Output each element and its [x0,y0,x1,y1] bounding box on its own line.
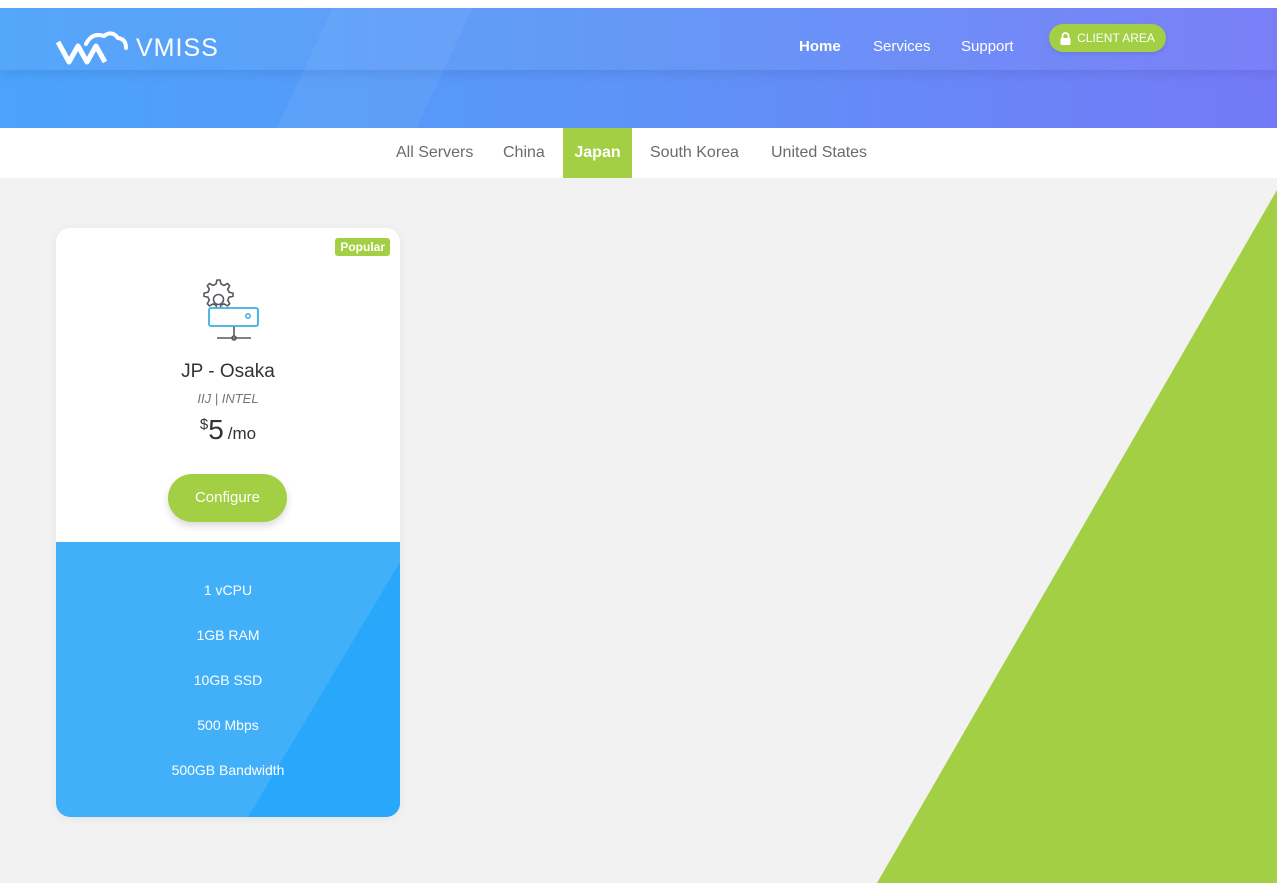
plan-features: 1 vCPU 1GB RAM 10GB SSD 500 Mbps 500GB B… [56,542,400,817]
plan-name: JP - Osaka [181,361,275,382]
client-area-button[interactable]: CLIENT AREA [1049,24,1166,52]
client-area-label: CLIENT AREA [1077,31,1155,45]
nav-home[interactable]: Home [799,38,841,55]
lock-icon [1060,31,1071,45]
feature-storage: 10GB SSD [193,672,263,688]
tab-south-korea[interactable]: South Korea [650,128,739,178]
tab-all-servers[interactable]: All Servers [396,128,473,178]
plan-provider: IIJ | INTEL [197,391,259,406]
feature-vcpu: 1 vCPU [203,582,253,598]
feature-port-speed: 500 Mbps [197,717,259,733]
tab-china[interactable]: China [503,128,545,178]
site-header: VMISS Home Services Support CLIENT AREA [0,8,1277,128]
tab-united-states[interactable]: United States [771,128,867,178]
popular-badge: Popular [335,238,390,256]
feature-bandwidth: 500GB Bandwidth [171,762,285,778]
feature-ram: 1GB RAM [196,627,260,643]
top-strip [0,0,1277,8]
plan-card: Popular JP - Osaka IIJ | INTEL $5/mo Con… [56,228,400,817]
plan-price: $5/mo [56,414,400,446]
configure-button[interactable]: Configure [168,474,287,522]
nav-services[interactable]: Services [873,38,931,55]
price-amount: 5 [208,414,224,445]
price-currency: $ [199,416,209,433]
price-period: /mo [227,424,257,443]
tab-japan[interactable]: Japan [563,128,632,178]
nav-support[interactable]: Support [961,38,1014,55]
server-gear-icon [203,279,259,341]
location-tabs: All Servers China Japan South Korea Unit… [0,128,1277,178]
